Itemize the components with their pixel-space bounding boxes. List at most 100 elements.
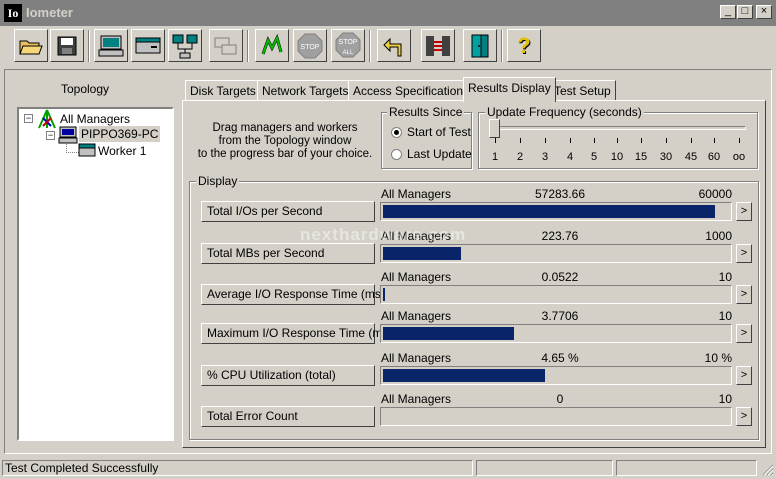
tick-label[interactable]: oo xyxy=(727,151,751,163)
progress-bar[interactable] xyxy=(380,366,732,385)
start-network-worker-button[interactable] xyxy=(168,29,202,62)
computer-icon xyxy=(98,35,124,56)
tick-label[interactable]: 10 xyxy=(605,151,629,163)
radio-last-update[interactable] xyxy=(391,149,402,160)
minimize-button[interactable]: _ xyxy=(720,5,736,19)
metric-select-button[interactable]: % CPU Utilization (total) xyxy=(201,365,375,386)
close-button[interactable]: × xyxy=(756,5,772,19)
row-options-arrow-button[interactable]: > xyxy=(736,324,752,343)
start-green-flag-icon xyxy=(261,33,283,55)
progress-bar[interactable] xyxy=(380,407,732,426)
duplicate-worker-button[interactable] xyxy=(209,29,243,62)
tab-access-specifications[interactable]: Access Specifications xyxy=(348,80,475,101)
row-value: 4.65 % xyxy=(541,351,579,365)
tick-label[interactable]: 30 xyxy=(654,151,678,163)
progress-bar[interactable] xyxy=(380,244,732,263)
tick-label[interactable]: 15 xyxy=(629,151,653,163)
tick-label[interactable]: 1 xyxy=(483,151,507,163)
radio-start-of-test[interactable] xyxy=(391,127,402,138)
progress-bar-fill xyxy=(383,288,385,301)
reset-workers-button[interactable] xyxy=(377,29,411,62)
start-new-manager-button[interactable] xyxy=(94,29,128,62)
exit-button[interactable] xyxy=(463,29,497,62)
app-icon: Io xyxy=(4,4,22,22)
save-disk-icon xyxy=(57,36,77,55)
progress-bar[interactable] xyxy=(380,202,732,221)
stop-current-test-button[interactable]: STOP xyxy=(293,29,327,62)
metric-select-button[interactable]: Total MBs per Second xyxy=(201,243,375,264)
window-title: Iometer xyxy=(26,5,73,20)
row-max: 10 xyxy=(718,270,732,284)
save-config-button[interactable] xyxy=(50,29,84,62)
row-options-arrow-button[interactable]: > xyxy=(736,285,752,304)
topology-title: Topology xyxy=(60,82,110,96)
network-icon xyxy=(172,34,198,58)
radio-last-update-label[interactable]: Last Update xyxy=(407,147,472,161)
tick-mark xyxy=(691,138,692,143)
tick-mark xyxy=(545,138,546,143)
row-max: 60000 xyxy=(698,187,732,201)
tick-label[interactable]: 5 xyxy=(582,151,606,163)
metric-select-button[interactable]: Maximum I/O Response Time (ms) xyxy=(201,323,392,344)
row-options-arrow-button[interactable]: > xyxy=(736,407,752,426)
progress-bar[interactable] xyxy=(380,324,732,343)
disk-drive-icon xyxy=(135,37,161,53)
disconnect-button[interactable] xyxy=(421,29,455,62)
disconnect-icon xyxy=(426,35,450,56)
tab-test-setup[interactable]: Test Setup xyxy=(549,80,616,101)
stop-all-icon-label: STOP xyxy=(339,39,358,46)
stop-all-icon: STOP ALL xyxy=(335,32,361,57)
status-pane-2 xyxy=(476,460,613,476)
row-max: 10 xyxy=(718,392,732,406)
progress-bar[interactable] xyxy=(380,285,732,304)
metric-select-button[interactable]: Total Error Count xyxy=(201,406,375,427)
tick-label[interactable]: 45 xyxy=(679,151,703,163)
row-options-arrow-button[interactable]: > xyxy=(736,244,752,263)
row-value: 0 xyxy=(556,392,564,406)
row-max: 10 xyxy=(718,309,732,323)
radio-start-of-test-label[interactable]: Start of Test xyxy=(407,125,471,139)
row-options-arrow-button[interactable]: > xyxy=(736,202,752,221)
tick-label[interactable]: 4 xyxy=(558,151,582,163)
tab-results-display[interactable]: Results Display xyxy=(463,77,556,102)
tick-mark xyxy=(594,138,595,143)
metric-select-button[interactable]: Total I/Os per Second xyxy=(201,201,375,222)
stop-all-tests-button[interactable]: STOP ALL xyxy=(331,29,365,62)
tree-item-all-managers[interactable]: All Managers xyxy=(60,112,130,126)
collapse-manager-toggle[interactable]: − xyxy=(46,131,55,140)
title-bar[interactable] xyxy=(0,0,776,26)
update-frequency-slider-thumb[interactable] xyxy=(489,119,500,138)
drag-instructions: Drag managers and workers from the Topol… xyxy=(190,122,380,161)
row-value: 57283.66 xyxy=(534,187,586,201)
tick-label[interactable]: 60 xyxy=(702,151,726,163)
row-source: All Managers xyxy=(381,351,452,365)
reset-arrow-icon xyxy=(383,37,402,56)
results-since-title: Results Since xyxy=(387,105,465,119)
row-value: 0.0522 xyxy=(541,270,579,284)
tick-label[interactable]: 2 xyxy=(508,151,532,163)
maximize-button[interactable]: □ xyxy=(737,5,753,19)
tick-label[interactable]: 3 xyxy=(533,151,557,163)
progress-bar-fill xyxy=(383,247,461,260)
tick-mark xyxy=(714,138,715,143)
start-disk-worker-button[interactable] xyxy=(131,29,165,62)
row-source: All Managers xyxy=(381,187,452,201)
metric-select-button[interactable]: Average I/O Response Time (ms) xyxy=(201,284,385,305)
instruction-line: to the progress bar of your choice. xyxy=(197,148,373,160)
row-options-arrow-button[interactable]: > xyxy=(736,366,752,385)
tree-item-manager[interactable]: PIPPO369-PC xyxy=(79,126,161,142)
status-pane-3 xyxy=(616,460,757,476)
stop-all-icon-sublabel: ALL xyxy=(343,50,354,56)
collapse-all-managers-toggle[interactable]: − xyxy=(24,114,33,123)
row-source: All Managers xyxy=(381,392,452,406)
update-frequency-track xyxy=(490,126,746,130)
tick-mark xyxy=(666,138,667,143)
tab-network-targets[interactable]: Network Targets xyxy=(257,80,354,101)
tab-disk-targets[interactable]: Disk Targets xyxy=(185,80,261,101)
tick-mark xyxy=(617,138,618,143)
help-button[interactable]: ? xyxy=(507,29,541,62)
open-config-button[interactable] xyxy=(14,29,48,62)
start-tests-button[interactable] xyxy=(255,29,289,62)
tree-item-worker[interactable]: Worker 1 xyxy=(98,144,146,158)
resize-grip[interactable] xyxy=(760,462,774,476)
